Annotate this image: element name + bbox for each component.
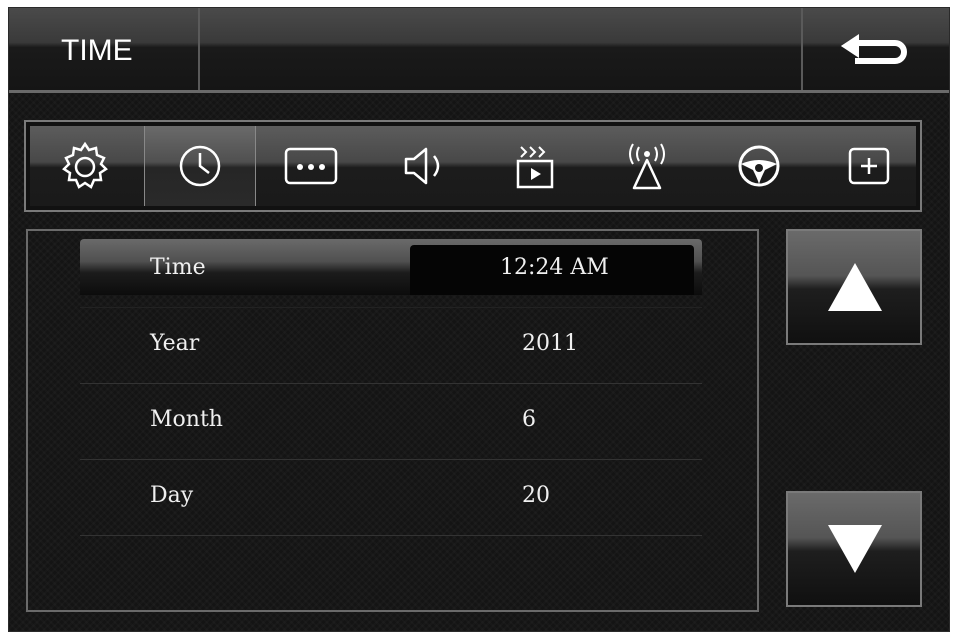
tab-bar-background: [30, 126, 916, 206]
row-value: 2011: [522, 331, 578, 356]
row-year[interactable]: Year 2011: [80, 307, 702, 384]
scroll-down-button[interactable]: [786, 491, 922, 607]
back-button[interactable]: [831, 24, 921, 72]
steering-wheel-icon: [738, 145, 780, 187]
time-settings-list: Time 12:24 AM Year 2011 Month 6 Day 20: [26, 229, 759, 612]
tab-extra[interactable]: [814, 126, 924, 206]
row-label: Time: [150, 255, 206, 280]
row-time[interactable]: Time 12:24 AM: [80, 231, 702, 308]
speaker-icon: [404, 147, 440, 185]
plus-icon: [848, 147, 890, 185]
dots-icon: [284, 147, 338, 185]
arrow-down-icon: [828, 525, 882, 573]
tab-audio[interactable]: [368, 126, 478, 206]
settings-tab-bar: [24, 120, 922, 212]
row-value: 12:24 AM: [500, 255, 609, 280]
row-label: Day: [150, 483, 194, 508]
row-value: 6: [522, 407, 536, 432]
header-bar: TIME: [9, 8, 949, 90]
scroll-up-button[interactable]: [786, 229, 922, 345]
row-label: Month: [150, 407, 223, 432]
clock-icon: [179, 145, 221, 187]
row-day[interactable]: Day 20: [80, 459, 702, 536]
page-title: TIME: [61, 34, 133, 67]
antenna-icon: [629, 143, 665, 190]
back-arrow-icon: [841, 34, 907, 64]
row-label: Year: [150, 331, 200, 356]
arrow-up-icon: [828, 263, 882, 311]
row-month[interactable]: Month 6: [80, 383, 702, 460]
back-segment: [801, 8, 949, 90]
tab-radio[interactable]: [592, 126, 702, 206]
tab-display[interactable]: [256, 126, 366, 206]
tab-time[interactable]: [144, 126, 256, 206]
video-icon: [516, 146, 554, 189]
gear-icon: [62, 141, 108, 189]
tab-general[interactable]: [30, 126, 140, 206]
row-value: 20: [522, 483, 550, 508]
tab-video[interactable]: [480, 126, 590, 206]
tab-steering[interactable]: [704, 126, 814, 206]
title-segment: TIME: [9, 8, 200, 90]
